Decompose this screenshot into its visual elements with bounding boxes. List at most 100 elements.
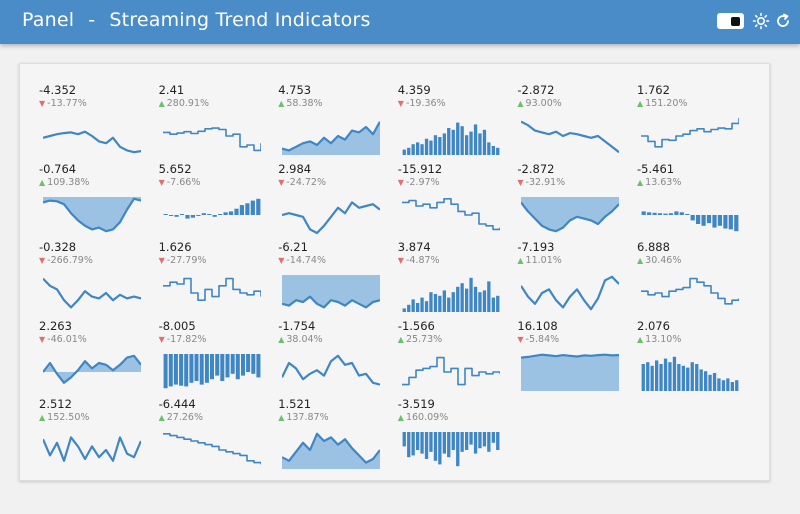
sparkline-bar	[706, 214, 712, 223]
sparkline-bar	[460, 432, 464, 453]
indicator-change: ▲ 152.50%	[39, 412, 89, 423]
sparkline-bar	[168, 214, 173, 216]
sparkline-bar	[460, 283, 464, 313]
sparkline-line	[162, 127, 261, 152]
sparkline-bar	[424, 138, 428, 155]
sparkline-bar	[442, 133, 446, 155]
sun-icon[interactable]	[752, 12, 770, 30]
triangle-down-icon: ▼	[517, 334, 524, 344]
sparkline-bar	[486, 432, 491, 453]
change-percent: 11.01%	[525, 255, 562, 267]
sparkline-bar	[679, 211, 684, 215]
sparkline-line	[641, 277, 739, 305]
sparkline-bar	[668, 361, 672, 391]
trend-indicator: -3.519 ▲ 160.09%	[398, 397, 508, 473]
sparkline-bar	[446, 432, 451, 458]
indicator-value: 2.41	[158, 83, 185, 97]
sparkline-bar	[641, 210, 646, 215]
indicator-change: ▼ -7.66%	[159, 177, 201, 188]
toggle-switch-icon	[731, 17, 740, 26]
trend-indicator: -0.328 ▼ -266.79%	[39, 240, 149, 316]
sparkline-chart	[521, 120, 620, 154]
indicator-value: 4.753	[278, 83, 312, 97]
indicator-value: -4.352	[39, 83, 77, 97]
triangle-up-icon: ▲	[637, 256, 644, 266]
sparkline-bar	[659, 363, 663, 391]
sparkline-bar	[415, 142, 420, 155]
sparkline-bar	[214, 353, 219, 376]
sparkline-bar	[726, 378, 730, 391]
trend-indicator: 16.108 ▼ -5.84%	[517, 319, 627, 395]
triangle-down-icon: ▼	[158, 334, 165, 344]
sparkline-bar	[704, 370, 708, 391]
sparkline-bar	[728, 214, 733, 229]
indicator-value: 1.762	[637, 83, 670, 97]
triangle-down-icon: ▼	[517, 177, 524, 187]
sparkline-bar	[469, 277, 473, 313]
sparkline-bar	[255, 198, 260, 215]
sparkline-bar	[411, 299, 415, 313]
change-percent: 30.46%	[645, 255, 682, 267]
change-percent: -27.79%	[166, 255, 207, 267]
trend-indicator: -6.444 ▲ 27.26%	[159, 397, 269, 473]
sparkline-bar	[495, 432, 500, 451]
indicator-change: ▲ 13.10%	[637, 334, 681, 345]
sparkline-bar	[486, 281, 491, 313]
sparkline-bar	[473, 286, 477, 313]
change-percent: -19.36%	[405, 98, 446, 109]
indicator-change: ▼ -24.72%	[278, 177, 326, 188]
sparkline-bar	[184, 214, 190, 219]
trend-indicator: -8.005 ▼ -17.82%	[159, 319, 269, 395]
triangle-up-icon: ▲	[397, 413, 404, 423]
sparkline-bar	[190, 214, 195, 218]
sparkline-bar	[455, 432, 460, 467]
sparkline-area	[282, 275, 381, 308]
indicator-value: -6.21	[278, 240, 308, 255]
sparkline-chart	[641, 118, 739, 148]
sparkline-bar	[437, 137, 442, 155]
trend-indicator: 4.753 ▲ 58.38%	[278, 83, 388, 159]
indicator-change: ▼ -266.79%	[39, 255, 93, 266]
sparkline-bar	[402, 149, 406, 155]
sparkline-bar	[451, 129, 455, 155]
sparkline-chart	[402, 122, 500, 155]
change-percent: -5.84%	[525, 333, 560, 345]
indicator-value: 4.359	[397, 83, 431, 97]
indicator-change: ▲ 280.91%	[159, 98, 209, 109]
trend-indicator: 4.359 ▼ -19.36%	[398, 83, 508, 159]
sparkline-bar	[677, 363, 681, 391]
triangle-down-icon: ▼	[278, 177, 285, 187]
indicator-value: 2.984	[278, 161, 312, 176]
change-percent: 27.26%	[166, 412, 203, 424]
change-percent: 58.38%	[286, 98, 323, 109]
indicator-change: ▼ -14.74%	[278, 255, 326, 266]
reload-icon[interactable]	[774, 12, 792, 30]
sparkline-bar	[685, 213, 690, 215]
sparkline-bar	[646, 361, 650, 391]
sparkline-bar	[233, 208, 239, 215]
sparkline-bar	[173, 353, 178, 385]
change-percent: -4.87%	[405, 255, 440, 267]
triangle-up-icon: ▲	[517, 256, 524, 266]
sparkline-bar	[451, 292, 455, 313]
sparkline-bar	[239, 204, 244, 215]
trend-indicator: 6.888 ▲ 30.46%	[637, 240, 747, 316]
sparkline-bar	[712, 214, 717, 228]
sparkline-bar	[735, 379, 739, 391]
change-percent: -266.79%	[47, 255, 93, 267]
theme-toggle-button[interactable]	[717, 13, 744, 29]
sparkline-bar	[255, 353, 260, 378]
sparkline-bar	[478, 292, 482, 313]
sparkline-bar	[451, 432, 455, 451]
sparkline-bar	[690, 361, 694, 391]
indicator-change: ▼ -27.79%	[159, 255, 207, 266]
indicator-change: ▲ 160.09%	[398, 412, 448, 423]
sparkline-bar	[250, 200, 255, 215]
indicator-value: -8.005	[158, 318, 196, 333]
sparkline-bar	[406, 304, 411, 313]
sparkline-chart	[282, 354, 381, 386]
sparkline-bar	[464, 288, 469, 313]
sparkline-line	[43, 278, 141, 309]
sparkline-bar	[672, 356, 677, 391]
sparkline-chart	[43, 196, 141, 232]
